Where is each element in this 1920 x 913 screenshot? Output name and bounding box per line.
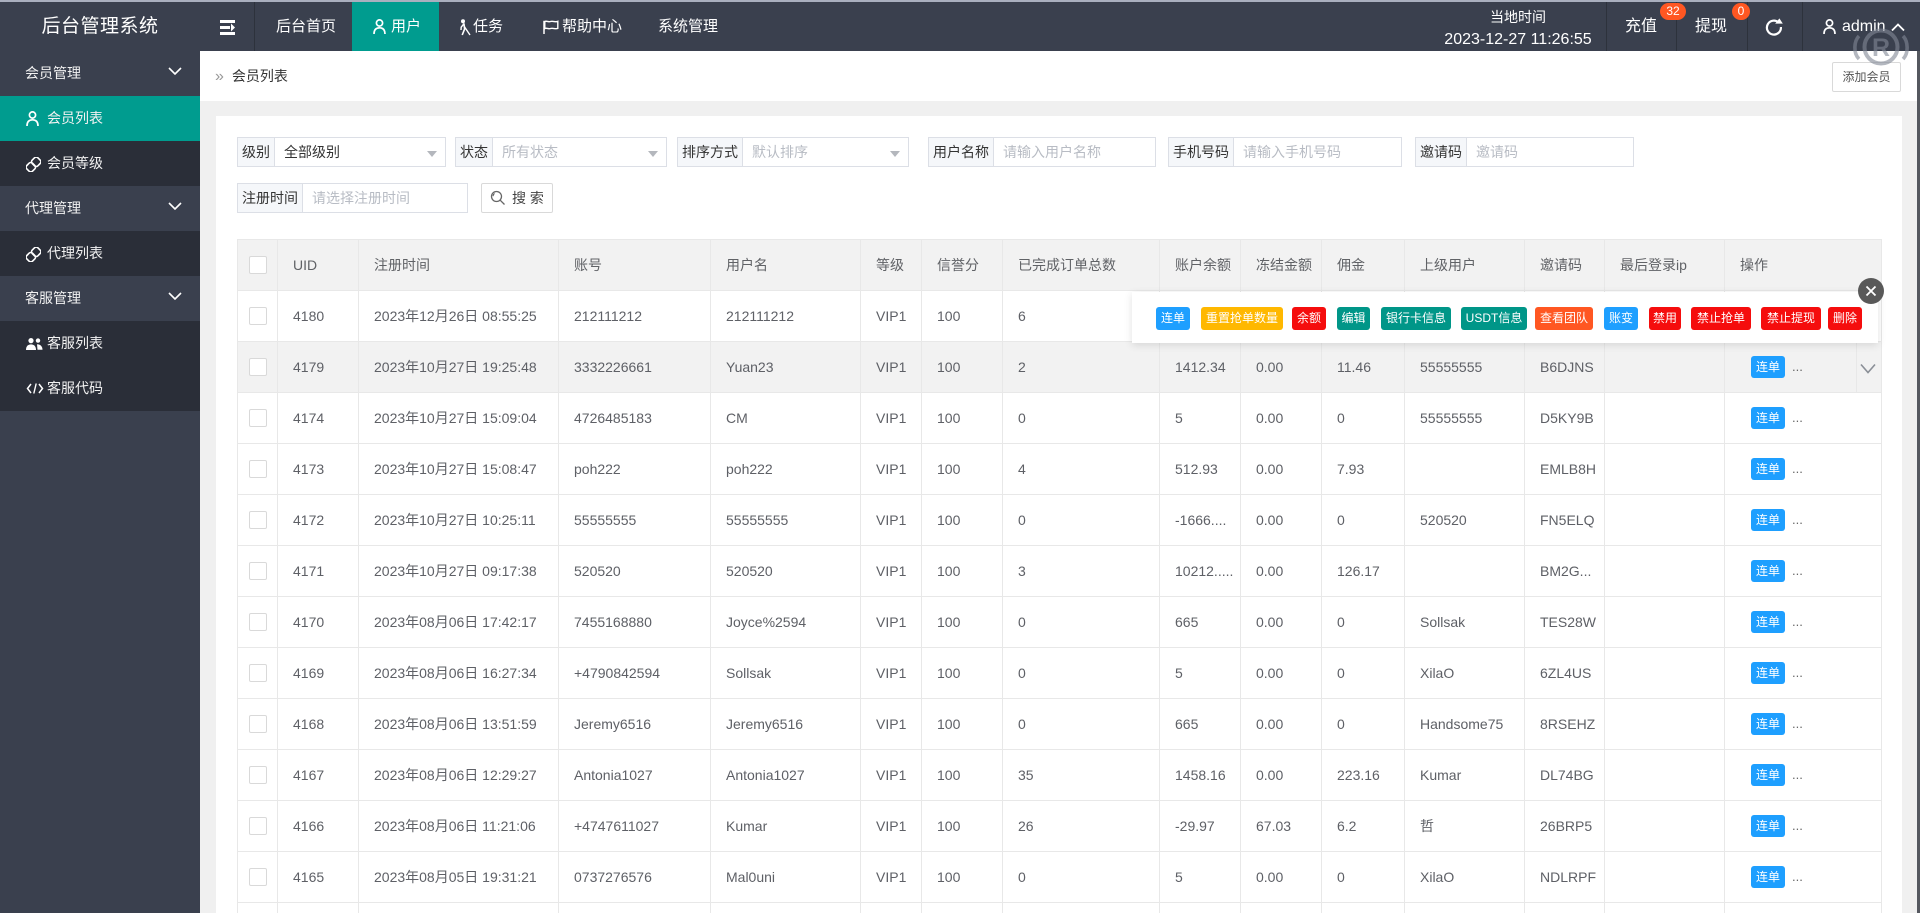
svg-text:R: R	[1872, 34, 1890, 62]
